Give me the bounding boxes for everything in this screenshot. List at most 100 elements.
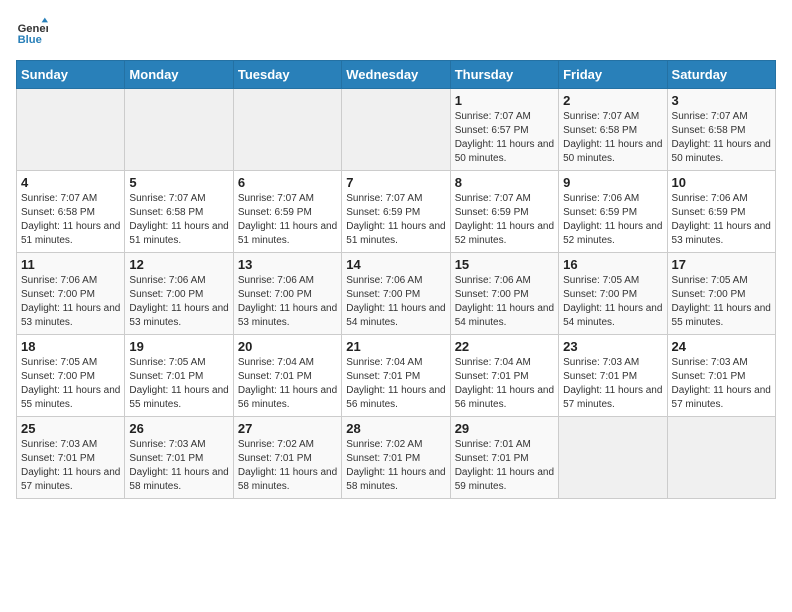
day-info: Sunrise: 7:05 AMSunset: 7:00 PMDaylight:… <box>21 356 120 412</box>
day-number: 20 <box>238 339 337 354</box>
week-row-2: 4 Sunrise: 7:07 AMSunset: 6:58 PMDaylight… <box>17 171 776 253</box>
day-info: Sunrise: 7:07 AMSunset: 6:58 PMDaylight:… <box>672 110 771 166</box>
day-number: 6 <box>238 175 337 190</box>
day-number: 29 <box>455 421 554 436</box>
weekday-sunday: Sunday <box>17 61 125 89</box>
calendar-cell: 10 Sunrise: 7:06 AMSunset: 6:59 PMDayligh… <box>667 171 775 253</box>
calendar-cell: 8Sunrise: 7:07 AMSunset: 6:59 PMDaylight… <box>450 171 558 253</box>
day-number: 17 <box>672 257 771 272</box>
day-number: 21 <box>346 339 445 354</box>
day-number: 13 <box>238 257 337 272</box>
calendar-cell: 5Sunrise: 7:07 AMSunset: 6:58 PMDaylight… <box>125 171 233 253</box>
calendar-cell: 7Sunrise: 7:07 AMSunset: 6:59 PMDaylight… <box>342 171 450 253</box>
day-info: Sunrise: 7:07 AMSunset: 6:58 PMDaylight:… <box>21 192 120 248</box>
week-row-4: 18 Sunrise: 7:05 AMSunset: 7:00 PMDayligh… <box>17 335 776 417</box>
day-number: 26 <box>129 421 228 436</box>
day-info: Sunrise: 7:06 AMSunset: 6:59 PMDaylight:… <box>672 192 771 248</box>
day-info: Sunrise: 7:07 AMSunset: 6:57 PMDaylight:… <box>455 110 554 166</box>
day-number: 1 <box>455 93 554 108</box>
calendar-cell: 15 Sunrise: 7:06 AMSunset: 7:00 PMDayligh… <box>450 253 558 335</box>
calendar-cell: 2 Sunrise: 7:07 AMSunset: 6:58 PMDaylight… <box>559 89 667 171</box>
weekday-friday: Friday <box>559 61 667 89</box>
day-number: 27 <box>238 421 337 436</box>
calendar-table: SundayMondayTuesdayWednesdayThursdayFrid… <box>16 60 776 499</box>
day-number: 22 <box>455 339 554 354</box>
day-info: Sunrise: 7:05 AMSunset: 7:01 PMDaylight:… <box>129 356 228 412</box>
calendar-cell: 29 Sunrise: 7:01 AMSunset: 7:01 PMDayligh… <box>450 417 558 499</box>
weekday-monday: Monday <box>125 61 233 89</box>
day-info: Sunrise: 7:02 AMSunset: 7:01 PMDaylight:… <box>238 438 337 494</box>
calendar-cell: 4 Sunrise: 7:07 AMSunset: 6:58 PMDaylight… <box>17 171 125 253</box>
calendar-cell: 24 Sunrise: 7:03 AMSunset: 7:01 PMDayligh… <box>667 335 775 417</box>
calendar-cell: 14 Sunrise: 7:06 AMSunset: 7:00 PMDayligh… <box>342 253 450 335</box>
calendar-cell <box>17 89 125 171</box>
day-number: 15 <box>455 257 554 272</box>
calendar-cell: 11 Sunrise: 7:06 AMSunset: 7:00 PMDayligh… <box>17 253 125 335</box>
calendar-cell: 19 Sunrise: 7:05 AMSunset: 7:01 PMDayligh… <box>125 335 233 417</box>
header: General Blue <box>16 16 776 48</box>
calendar-cell: 9 Sunrise: 7:06 AMSunset: 6:59 PMDaylight… <box>559 171 667 253</box>
calendar-header: SundayMondayTuesdayWednesdayThursdayFrid… <box>17 61 776 89</box>
calendar-cell: 27 Sunrise: 7:02 AMSunset: 7:01 PMDayligh… <box>233 417 341 499</box>
calendar-cell: 25 Sunrise: 7:03 AMSunset: 7:01 PMDayligh… <box>17 417 125 499</box>
calendar-cell: 22 Sunrise: 7:04 AMSunset: 7:01 PMDayligh… <box>450 335 558 417</box>
day-info: Sunrise: 7:06 AMSunset: 7:00 PMDaylight:… <box>346 274 445 330</box>
day-info: Sunrise: 7:07 AMSunset: 6:58 PMDaylight:… <box>129 192 228 248</box>
calendar-cell: 21Sunrise: 7:04 AMSunset: 7:01 PMDayligh… <box>342 335 450 417</box>
day-info: Sunrise: 7:01 AMSunset: 7:01 PMDaylight:… <box>455 438 554 494</box>
day-info: Sunrise: 7:03 AMSunset: 7:01 PMDaylight:… <box>672 356 771 412</box>
day-info: Sunrise: 7:06 AMSunset: 7:00 PMDaylight:… <box>455 274 554 330</box>
calendar-cell: 23 Sunrise: 7:03 AMSunset: 7:01 PMDayligh… <box>559 335 667 417</box>
calendar-cell: 13 Sunrise: 7:06 AMSunset: 7:00 PMDayligh… <box>233 253 341 335</box>
week-row-3: 11 Sunrise: 7:06 AMSunset: 7:00 PMDayligh… <box>17 253 776 335</box>
logo: General Blue <box>16 16 52 48</box>
day-info: Sunrise: 7:03 AMSunset: 7:01 PMDaylight:… <box>21 438 120 494</box>
svg-text:General: General <box>18 23 48 35</box>
day-number: 19 <box>129 339 228 354</box>
day-number: 2 <box>563 93 662 108</box>
day-number: 24 <box>672 339 771 354</box>
day-info: Sunrise: 7:04 AMSunset: 7:01 PMDaylight:… <box>455 356 554 412</box>
calendar-cell: 3 Sunrise: 7:07 AMSunset: 6:58 PMDaylight… <box>667 89 775 171</box>
calendar-cell: 20Sunrise: 7:04 AMSunset: 7:01 PMDayligh… <box>233 335 341 417</box>
logo-icon: General Blue <box>16 16 48 48</box>
day-info: Sunrise: 7:03 AMSunset: 7:01 PMDaylight:… <box>129 438 228 494</box>
day-info: Sunrise: 7:06 AMSunset: 6:59 PMDaylight:… <box>563 192 662 248</box>
weekday-thursday: Thursday <box>450 61 558 89</box>
day-info: Sunrise: 7:02 AMSunset: 7:01 PMDaylight:… <box>346 438 445 494</box>
calendar-cell <box>667 417 775 499</box>
calendar-cell: 16 Sunrise: 7:05 AMSunset: 7:00 PMDayligh… <box>559 253 667 335</box>
day-info: Sunrise: 7:07 AMSunset: 6:59 PMDaylight:… <box>238 192 337 248</box>
calendar-cell <box>559 417 667 499</box>
day-number: 9 <box>563 175 662 190</box>
day-info: Sunrise: 7:06 AMSunset: 7:00 PMDaylight:… <box>21 274 120 330</box>
calendar-cell: 12Sunrise: 7:06 AMSunset: 7:00 PMDayligh… <box>125 253 233 335</box>
day-number: 7 <box>346 175 445 190</box>
day-info: Sunrise: 7:07 AMSunset: 6:58 PMDaylight:… <box>563 110 662 166</box>
day-info: Sunrise: 7:05 AMSunset: 7:00 PMDaylight:… <box>672 274 771 330</box>
weekday-wednesday: Wednesday <box>342 61 450 89</box>
day-info: Sunrise: 7:03 AMSunset: 7:01 PMDaylight:… <box>563 356 662 412</box>
day-info: Sunrise: 7:06 AMSunset: 7:00 PMDaylight:… <box>129 274 228 330</box>
weekday-header-row: SundayMondayTuesdayWednesdayThursdayFrid… <box>17 61 776 89</box>
day-number: 4 <box>21 175 120 190</box>
day-number: 3 <box>672 93 771 108</box>
calendar-cell: 18 Sunrise: 7:05 AMSunset: 7:00 PMDayligh… <box>17 335 125 417</box>
calendar-cell: 1 Sunrise: 7:07 AMSunset: 6:57 PMDaylight… <box>450 89 558 171</box>
day-number: 25 <box>21 421 120 436</box>
day-number: 23 <box>563 339 662 354</box>
day-number: 16 <box>563 257 662 272</box>
day-number: 11 <box>21 257 120 272</box>
day-number: 28 <box>346 421 445 436</box>
weekday-saturday: Saturday <box>667 61 775 89</box>
day-number: 14 <box>346 257 445 272</box>
calendar-cell: 6 Sunrise: 7:07 AMSunset: 6:59 PMDaylight… <box>233 171 341 253</box>
day-info: Sunrise: 7:06 AMSunset: 7:00 PMDaylight:… <box>238 274 337 330</box>
calendar-cell: 28 Sunrise: 7:02 AMSunset: 7:01 PMDayligh… <box>342 417 450 499</box>
week-row-1: 1 Sunrise: 7:07 AMSunset: 6:57 PMDaylight… <box>17 89 776 171</box>
day-number: 10 <box>672 175 771 190</box>
svg-text:Blue: Blue <box>18 34 42 46</box>
day-number: 18 <box>21 339 120 354</box>
calendar-body: 1 Sunrise: 7:07 AMSunset: 6:57 PMDaylight… <box>17 89 776 499</box>
day-info: Sunrise: 7:05 AMSunset: 7:00 PMDaylight:… <box>563 274 662 330</box>
